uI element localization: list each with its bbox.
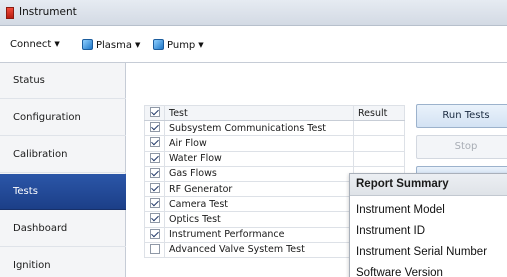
table-row[interactable]: Water Flow [144,150,405,167]
connect-menu[interactable]: Connect ▼ [10,39,60,50]
sidebar-item-label: Calibration [13,149,68,160]
sidebar-item-label: Ignition [13,260,51,271]
test-checkbox[interactable] [149,243,160,254]
checkbox-cell [144,196,165,213]
sidebar-item-configuration[interactable]: Configuration [0,100,126,136]
plasma-icon [82,39,93,50]
menu-bar: Connect ▼ Plasma ▼ Pump ▼ [0,26,507,63]
test-checkbox[interactable] [149,152,160,163]
test-result [353,150,405,167]
plasma-menu[interactable]: Plasma ▼ [82,39,140,51]
checkbox-cell [144,180,165,198]
test-name: Optics Test [164,211,354,228]
report-summary-title: Report Summary [356,178,449,190]
test-checkbox[interactable] [149,198,160,209]
sidebar-item-label: Status [13,75,45,86]
select-all-cell [144,104,165,122]
checkbox-cell [144,211,165,228]
test-name: Gas Flows [164,165,354,182]
table-row[interactable]: Subsystem Communications Test [144,120,405,137]
test-checkbox[interactable] [149,167,160,178]
checkbox-cell [144,120,165,137]
chevron-down-icon: ▼ [135,41,141,49]
sidebar-item-tests[interactable]: Tests [0,174,126,210]
test-checkbox[interactable] [149,137,160,148]
stop-button[interactable]: Stop [416,135,507,159]
report-summary-header: Report Summary [350,174,507,196]
test-checkbox[interactable] [149,228,160,239]
report-item: Instrument Serial Number [356,246,488,258]
sidebar-item-status[interactable]: Status [0,63,126,99]
test-name: RF Generator [164,180,354,198]
plasma-menu-label: Plasma [96,40,133,51]
sidebar-item-label: Dashboard [13,223,68,234]
test-name: Camera Test [164,196,354,213]
select-all-checkbox[interactable] [149,107,160,118]
test-name: Advanced Valve System Test [164,241,354,258]
pump-menu-label: Pump [167,40,196,51]
test-result [353,120,405,137]
checkbox-cell [144,150,165,167]
instrument-app-icon [6,7,14,19]
checkbox-cell [144,226,165,243]
test-name: Water Flow [164,150,354,167]
column-header-test[interactable]: Test [164,104,354,122]
chevron-down-icon: ▼ [54,40,60,48]
test-checkbox[interactable] [149,213,160,224]
report-item: Instrument ID [356,225,426,237]
pump-icon [153,39,164,50]
test-checkbox[interactable] [149,122,160,133]
chevron-down-icon: ▼ [198,41,204,49]
test-checkbox[interactable] [149,183,160,194]
report-item: Software Version [356,267,443,277]
table-header-row: Test Result [144,104,405,122]
sidebar-item-dashboard[interactable]: Dashboard [0,211,126,247]
checkbox-cell [144,135,165,152]
test-result [353,135,405,152]
table-row[interactable]: Air Flow [144,135,405,152]
report-item: Instrument Model [356,204,445,216]
test-name: Instrument Performance [164,226,354,243]
sidebar-item-label: Configuration [13,112,81,123]
sidebar-item-label: Tests [13,186,38,197]
title-bar: Instrument [0,0,507,26]
test-name: Air Flow [164,135,354,152]
report-summary-panel: Report Summary Instrument Model Instrume… [349,173,507,277]
sidebar-item-calibration[interactable]: Calibration [0,137,126,173]
connect-menu-label: Connect [10,39,52,50]
checkbox-cell [144,241,165,258]
sidebar: Status Configuration Calibration Tests D… [0,63,126,277]
pump-menu[interactable]: Pump ▼ [153,39,204,51]
window-title: Instrument [19,6,77,18]
sidebar-item-ignition[interactable]: Ignition [0,248,126,277]
test-name: Subsystem Communications Test [164,120,354,137]
checkbox-cell [144,165,165,182]
run-tests-button[interactable]: Run Tests [416,104,507,128]
column-header-result[interactable]: Result [353,104,405,122]
